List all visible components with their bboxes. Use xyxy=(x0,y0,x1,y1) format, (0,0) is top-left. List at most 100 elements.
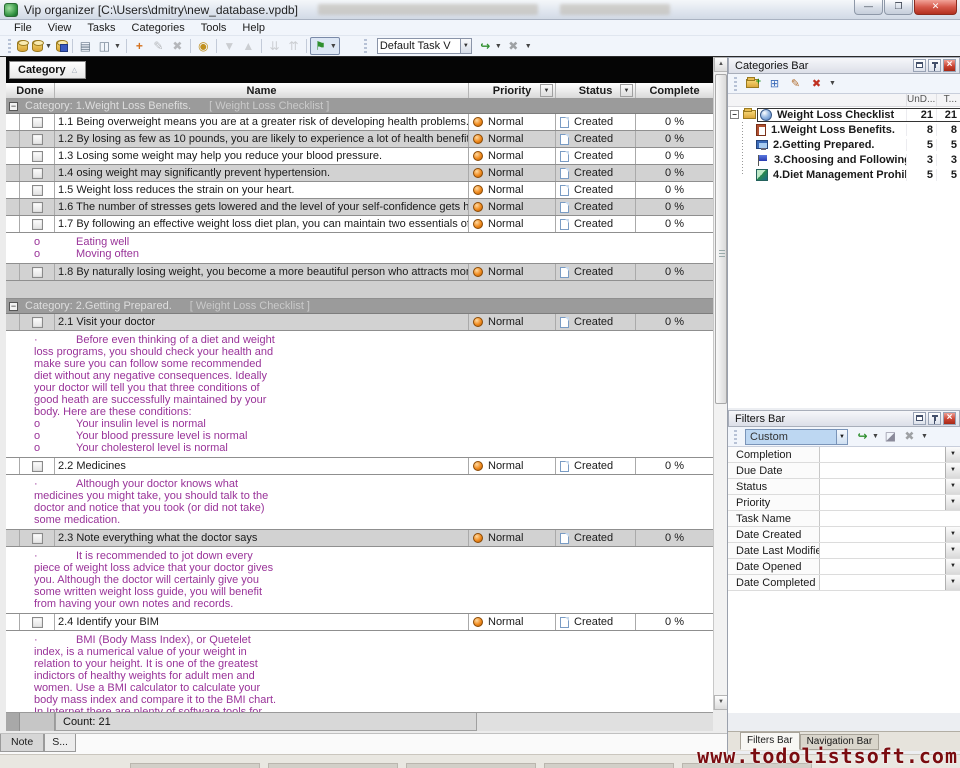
tree-item[interactable]: 2.Getting Prepared.55 xyxy=(728,137,960,152)
collapse-icon[interactable]: − xyxy=(9,102,18,111)
filter-value-field[interactable] xyxy=(820,527,945,542)
done-checkbox[interactable] xyxy=(32,168,43,179)
print-button[interactable]: ▤ xyxy=(76,37,95,55)
open-database-button[interactable]: ▼ xyxy=(30,37,54,55)
scroll-up-icon[interactable]: ▲ xyxy=(714,57,728,72)
toolbar-options-icon[interactable]: ▼ xyxy=(921,433,928,440)
tree-item[interactable]: 1.Weight Loss Benefits.88 xyxy=(728,122,960,137)
menu-file[interactable]: File xyxy=(6,21,40,35)
filter-dropdown-icon[interactable]: ▼ xyxy=(945,447,960,462)
task-row[interactable]: 2.4 Identify your BIMNormalCreated0 % xyxy=(6,614,713,631)
task-view-combo[interactable]: Default Task V xyxy=(377,38,461,54)
status-filter-dropdown-icon[interactable]: ▼ xyxy=(620,84,633,97)
apply-filter-button[interactable]: ↪ ▼ xyxy=(853,428,881,446)
move-bottom-button[interactable]: ⇊ xyxy=(265,37,284,55)
filter-value-field[interactable] xyxy=(820,479,945,494)
task-row[interactable]: 1.7 By following an effective weight los… xyxy=(6,216,713,233)
done-checkbox[interactable] xyxy=(32,533,43,544)
done-checkbox[interactable] xyxy=(32,317,43,328)
tree-item[interactable]: 3.Choosing and Following Your33 xyxy=(728,152,960,167)
filter-value-field[interactable] xyxy=(820,447,945,462)
move-down-button[interactable]: ▼ xyxy=(220,37,239,55)
done-checkbox[interactable] xyxy=(32,185,43,196)
collapse-icon[interactable]: − xyxy=(9,302,18,311)
move-up-button[interactable]: ▲ xyxy=(239,37,258,55)
column-header-name[interactable]: Name xyxy=(55,83,469,98)
move-top-button[interactable]: ⇈ xyxy=(284,37,303,55)
group-by-category-chip[interactable]: Category △ xyxy=(9,61,86,79)
column-header-status[interactable]: Status▼ xyxy=(556,83,636,98)
done-checkbox[interactable] xyxy=(32,617,43,628)
filter-dropdown-icon[interactable]: ▼ xyxy=(945,543,960,558)
task-view-flag-button[interactable]: ⚑▼ xyxy=(310,37,340,55)
priority-filter-dropdown-icon[interactable]: ▼ xyxy=(540,84,553,97)
column-header-complete[interactable]: Complete xyxy=(636,83,713,98)
menu-tasks[interactable]: Tasks xyxy=(79,21,123,35)
done-checkbox[interactable] xyxy=(32,151,43,162)
task-row[interactable]: 1.1 Being overweight means you are at a … xyxy=(6,114,713,131)
view-notes-button[interactable]: ◉ xyxy=(194,37,213,55)
new-task-button[interactable]: + xyxy=(130,37,149,55)
maximize-button[interactable]: ❐ xyxy=(884,0,913,15)
filter-value-field[interactable] xyxy=(820,495,945,510)
filter-dropdown-icon[interactable]: ▼ xyxy=(945,559,960,574)
menu-help[interactable]: Help xyxy=(234,21,273,35)
edit-category-button[interactable]: ✎ xyxy=(785,75,806,93)
filter-value-field[interactable] xyxy=(820,575,945,590)
panel-pin-button[interactable] xyxy=(928,59,941,72)
column-total[interactable]: T... xyxy=(936,94,960,106)
tree-item[interactable]: 4.Diet Management Prohibition55 xyxy=(728,167,960,182)
new-checklist-button[interactable]: + xyxy=(741,75,764,93)
column-header-priority[interactable]: Priority▼ xyxy=(469,83,556,98)
toolbar-grip[interactable] xyxy=(734,430,737,444)
print-preview-button[interactable]: ◫▼ xyxy=(95,37,123,55)
task-row[interactable]: 1.6 The number of stresses gets lowered … xyxy=(6,199,713,216)
task-row[interactable]: 2.1 Visit your doctorNormalCreated0 % xyxy=(6,314,713,331)
new-category-button[interactable]: ⊞ xyxy=(764,75,785,93)
minimize-button[interactable]: — xyxy=(854,0,883,15)
task-row[interactable]: 1.4 osing weight may significantly preve… xyxy=(6,165,713,182)
delete-category-button[interactable]: ✖ xyxy=(806,75,827,93)
panel-restore-button[interactable] xyxy=(913,412,926,425)
apply-view-button[interactable]: ↪ ▼ xyxy=(476,37,504,55)
done-checkbox[interactable] xyxy=(32,461,43,472)
toolbar-grip[interactable] xyxy=(8,39,11,53)
task-view-combo-arrow-icon[interactable]: ▼ xyxy=(461,38,472,54)
toolbar-options-icon[interactable]: ▼ xyxy=(525,43,532,50)
filter-preset-combo[interactable]: Custom xyxy=(745,429,837,445)
clear-filter-button[interactable]: ✖ xyxy=(900,428,919,446)
panel-close-button[interactable] xyxy=(943,59,956,72)
close-button[interactable]: ✕ xyxy=(914,0,957,15)
task-row[interactable]: 1.2 By losing as few as 10 pounds, you a… xyxy=(6,131,713,148)
toolbar-grip[interactable] xyxy=(364,39,367,53)
tab-note[interactable]: Note xyxy=(0,734,44,752)
done-checkbox[interactable] xyxy=(32,134,43,145)
task-row[interactable]: 1.8 By naturally losing weight, you beco… xyxy=(6,264,713,281)
done-checkbox[interactable] xyxy=(32,202,43,213)
filter-dropdown-icon[interactable]: ▼ xyxy=(945,575,960,590)
tree-collapse-icon[interactable]: − xyxy=(730,110,739,119)
filter-value-field[interactable] xyxy=(820,463,945,478)
save-database-button[interactable] xyxy=(54,37,69,55)
task-row[interactable]: 2.2 MedicinesNormalCreated0 % xyxy=(6,458,713,475)
new-database-button[interactable] xyxy=(15,37,30,55)
menu-tools[interactable]: Tools xyxy=(193,21,235,35)
filter-value-field[interactable] xyxy=(820,543,945,558)
filter-dropdown-icon[interactable]: ▼ xyxy=(945,495,960,510)
task-row[interactable]: 2.3 Note everything what the doctor says… xyxy=(6,530,713,547)
category-group-row[interactable]: −Category: 2.Getting Prepared.[ Weight L… xyxy=(6,299,713,314)
category-group-row[interactable]: −Category: 1.Weight Loss Benefits.[ Weig… xyxy=(6,99,713,114)
filter-preset-combo-arrow-icon[interactable]: ▼ xyxy=(837,429,848,445)
task-row[interactable]: 1.5 Weight loss reduces the strain on yo… xyxy=(6,182,713,199)
tree-item[interactable]: −Weight Loss Checklist2121 xyxy=(728,107,960,122)
filter-dropdown-icon[interactable]: ▼ xyxy=(945,463,960,478)
delete-task-button[interactable]: ✖ xyxy=(168,37,187,55)
toolbar-grip[interactable] xyxy=(734,77,737,91)
menu-categories[interactable]: Categories xyxy=(124,21,193,35)
filter-value-field[interactable] xyxy=(820,559,945,574)
clear-view-button[interactable]: ✖ xyxy=(504,37,523,55)
done-checkbox[interactable] xyxy=(32,219,43,230)
scroll-down-icon[interactable]: ▼ xyxy=(714,695,728,710)
toolbar-options-icon[interactable]: ▼ xyxy=(829,80,836,87)
filter-value-field[interactable] xyxy=(820,511,960,526)
